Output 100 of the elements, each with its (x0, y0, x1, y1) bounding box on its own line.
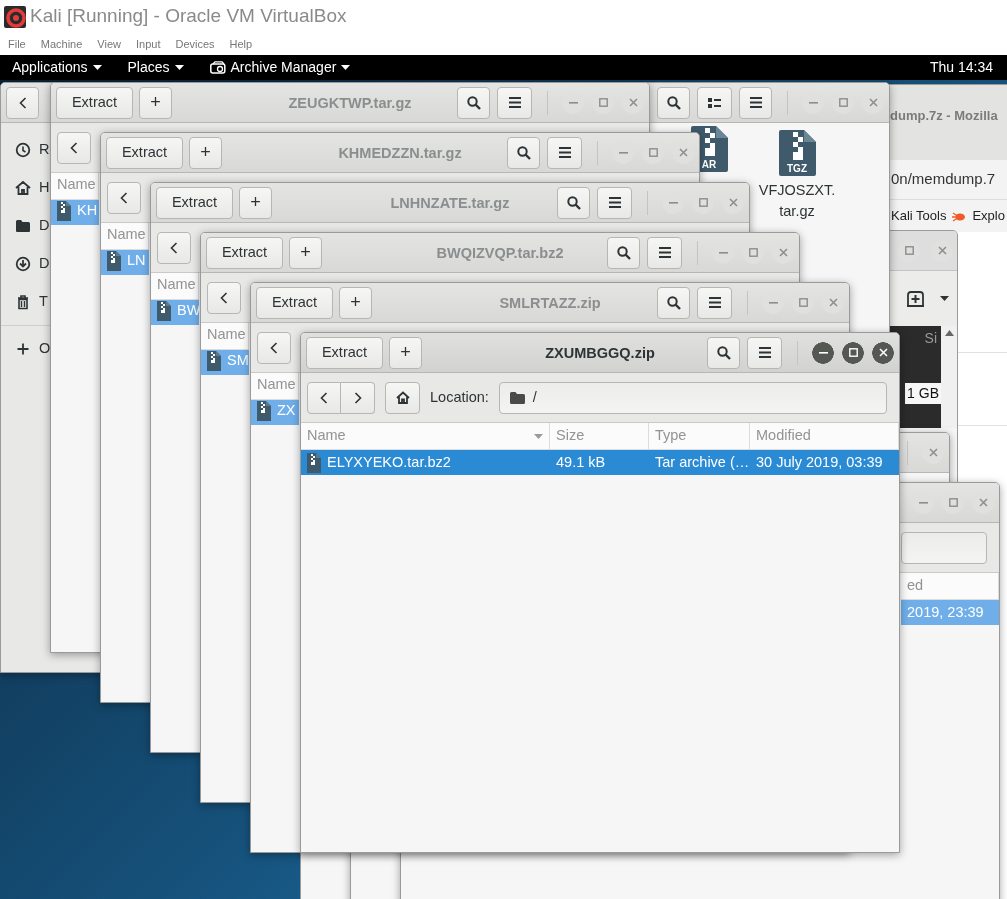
close-icon (937, 246, 947, 255)
chevron-left-icon (220, 291, 228, 304)
menu-button[interactable] (547, 136, 582, 169)
menu-button[interactable] (597, 186, 632, 219)
table-cell-text: LN (127, 251, 146, 271)
close-icon (978, 498, 988, 507)
back-button[interactable] (157, 231, 191, 264)
back-button[interactable] (207, 281, 241, 314)
sidebar-item[interactable]: O (1, 330, 49, 368)
menu-icon (508, 97, 521, 108)
menu-button[interactable] (647, 236, 682, 269)
sidebar-item[interactable]: H (1, 169, 49, 207)
chevron-left-icon (18, 96, 27, 109)
search-button[interactable] (457, 86, 490, 119)
extract-button[interactable]: Extract (106, 136, 183, 169)
view-toggle-button[interactable] (697, 86, 732, 119)
clock[interactable]: Thu 14:34 (929, 57, 993, 78)
forward-button[interactable] (341, 381, 375, 414)
search-icon (566, 195, 581, 210)
window-title: dump.7z - Mozilla (888, 85, 1007, 160)
maximize-icon (648, 148, 658, 157)
scroll-up-icon (944, 330, 954, 336)
table-cell-text: 2019, 23:39 (907, 602, 984, 622)
extract-button[interactable]: Extract (56, 86, 133, 119)
trash-icon (15, 294, 31, 310)
chevron-left-icon (70, 141, 78, 154)
location-field[interactable] (901, 531, 987, 564)
table-cell: 1 GB (905, 383, 941, 404)
menu-icon (558, 147, 571, 158)
table-cell-text: KH (77, 201, 98, 221)
extract-button[interactable]: Extract (206, 236, 283, 269)
menu-button[interactable] (697, 286, 732, 319)
search-button[interactable] (657, 286, 690, 319)
search-icon (666, 295, 681, 310)
extract-button[interactable]: Extract (256, 286, 333, 319)
menu-item[interactable]: Devices (175, 35, 215, 53)
url-field[interactable]: 0n/memdump.7 (888, 160, 1007, 200)
column-header: Si (924, 329, 938, 348)
sidebar-item[interactable]: D (1, 207, 49, 245)
back-button[interactable] (107, 181, 141, 214)
close-icon (928, 448, 938, 457)
maximize-icon (798, 298, 808, 307)
close-icon (828, 298, 838, 307)
menu-item[interactable]: Help (229, 35, 253, 53)
search-button[interactable] (507, 136, 540, 169)
search-button[interactable] (607, 236, 640, 269)
minimize-icon (718, 251, 728, 254)
back-button[interactable] (6, 86, 39, 119)
menu-item[interactable]: Input (135, 35, 161, 53)
menu-item[interactable]: File (8, 35, 26, 53)
back-button[interactable] (57, 131, 91, 164)
back-button[interactable] (257, 331, 291, 364)
maximize-icon (904, 246, 914, 255)
add-button[interactable]: + (189, 136, 222, 169)
add-button[interactable]: + (139, 86, 172, 119)
maximize-button[interactable] (842, 341, 864, 364)
search-button[interactable] (557, 186, 590, 219)
add-button[interactable]: + (339, 286, 372, 319)
menu-button[interactable] (497, 86, 532, 119)
menu-button[interactable] (747, 336, 782, 369)
close-button[interactable] (872, 341, 894, 364)
location-label: Location: (430, 387, 489, 407)
bookmark-link[interactable]: Explo (972, 206, 1005, 226)
search-icon (716, 345, 731, 360)
file-name[interactable]: VFJOSZXT.tar.gz (751, 180, 843, 222)
search-icon (466, 95, 481, 110)
folder-icon (15, 218, 31, 234)
menu-button[interactable] (739, 86, 772, 119)
sidebar-item[interactable]: T (1, 283, 49, 321)
close-icon (878, 348, 888, 357)
menu-item[interactable]: Machine (40, 35, 83, 53)
maximize-icon (748, 248, 758, 257)
list-view-icon (708, 97, 721, 108)
file-row[interactable]: ELYXYEKO.tar.bz2 49.1 kB Tar archive (… 30 July 2019, 03:39 (301, 450, 899, 475)
chevron-left-icon (320, 391, 328, 404)
search-button[interactable] (707, 336, 740, 369)
add-button[interactable]: + (239, 186, 272, 219)
bookmark-link[interactable]: Kali Tools (891, 206, 947, 226)
chevron-left-icon (270, 341, 278, 354)
panel-menu[interactable]: Applications (12, 57, 88, 78)
panel-menu[interactable]: Places (127, 57, 170, 78)
close-icon (628, 98, 638, 107)
search-button[interactable] (657, 86, 690, 119)
extract-button[interactable]: Extract (306, 336, 383, 369)
minimize-icon (808, 101, 818, 104)
add-button[interactable]: + (289, 236, 322, 269)
window-title: KHMEDZZN.tar.gz (338, 144, 462, 161)
minimize-icon (918, 501, 928, 504)
menu-item[interactable]: View (97, 35, 121, 53)
panel-menu[interactable]: Archive Manager (230, 57, 337, 78)
back-button[interactable] (307, 381, 341, 414)
location-field[interactable]: / (498, 381, 887, 414)
minimize-button[interactable] (812, 341, 834, 364)
maximize-icon (838, 98, 848, 107)
sidebar-item[interactable]: R (1, 131, 49, 169)
home-button[interactable] (385, 381, 420, 414)
extract-button[interactable]: Extract (156, 186, 233, 219)
file-type-label: AR (700, 159, 718, 170)
add-button[interactable]: + (389, 336, 422, 369)
sidebar-item[interactable]: D (1, 245, 49, 283)
